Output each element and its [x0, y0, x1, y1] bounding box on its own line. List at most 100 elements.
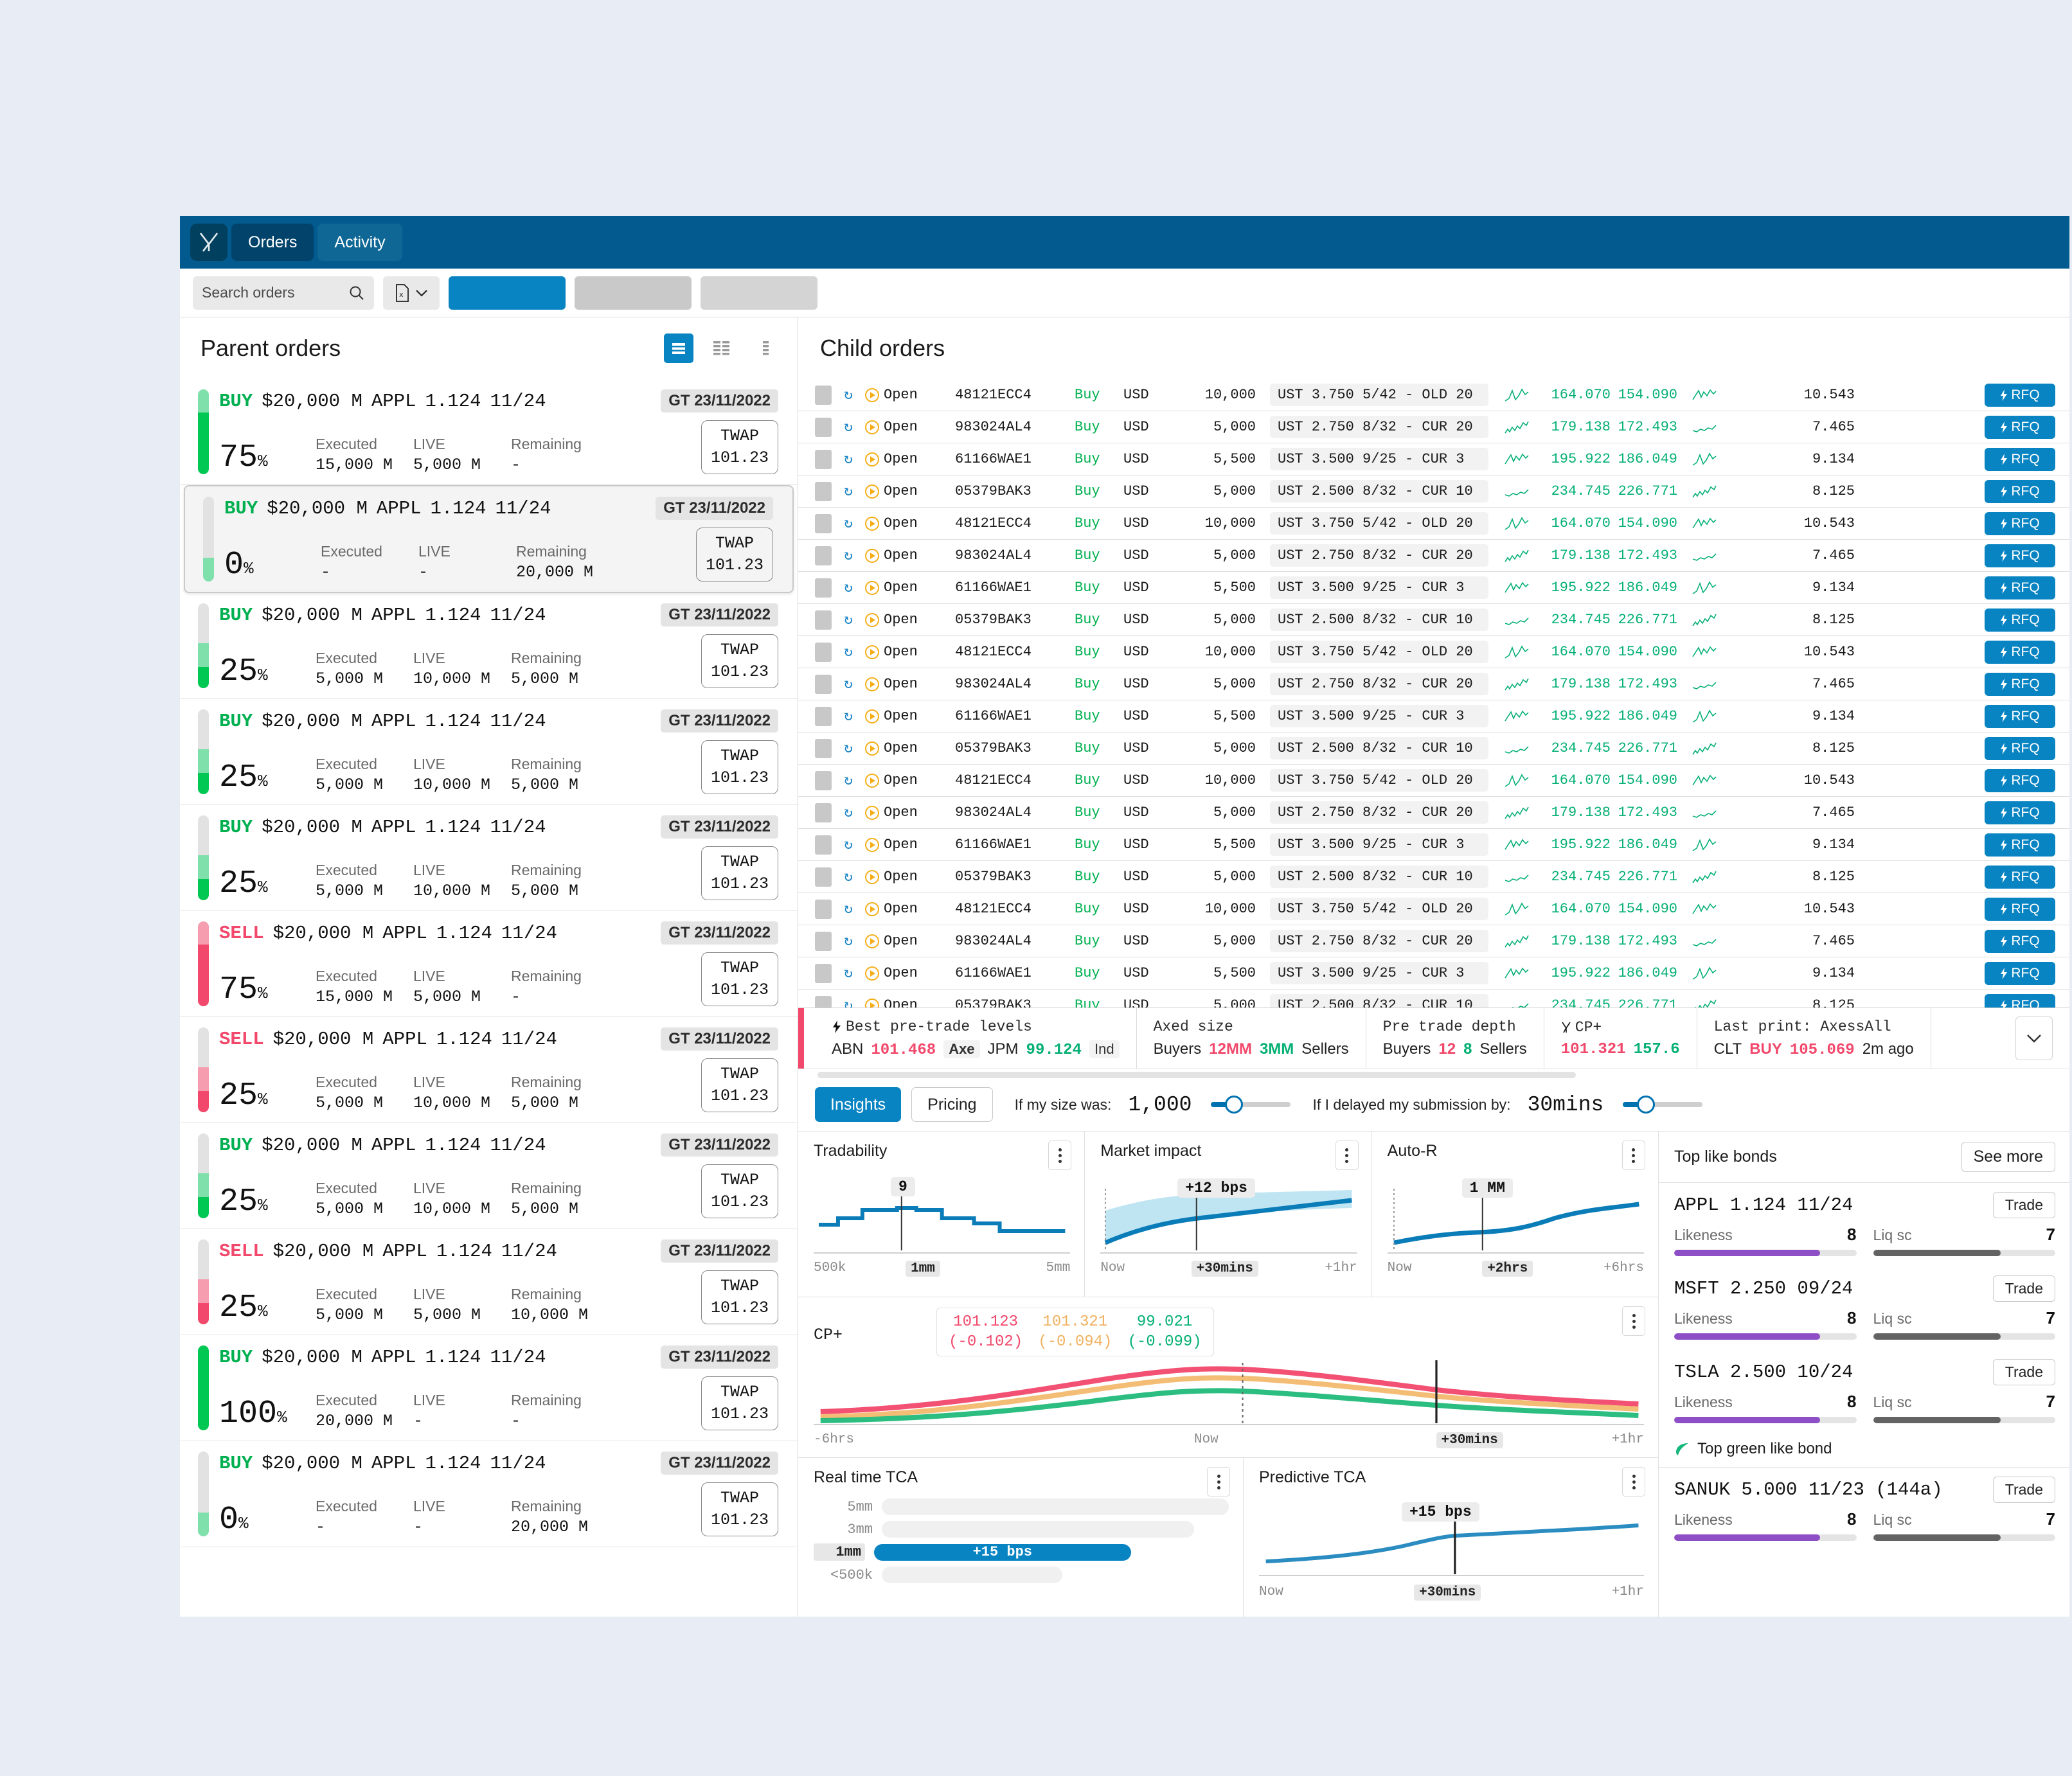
like-bond-item[interactable]: TSLA 2.500 10/24 Trade Likeness 8 Liq sc 7 [1659, 1350, 2069, 1434]
table-row[interactable]: ↻ Open 983024AL4 Buy USD 5,000 UST 2.750 8/32 … [798, 668, 2069, 700]
parent-order-card[interactable]: SELL $20,000 M APPL 1.124 11/24 GT 23/11/2022… [180, 1017, 798, 1123]
rfq-button[interactable]: RFQ [1985, 511, 2055, 535]
sync-icon[interactable]: ↻ [832, 740, 865, 757]
child-orders-table[interactable]: ↻ Open 48121ECC4 Buy USD 10,000 UST 3.750 5/42… [798, 379, 2069, 1008]
order-strategy-badge[interactable]: TWAP 101.23 [701, 1270, 778, 1324]
order-strategy-badge[interactable]: TWAP 101.23 [701, 1376, 778, 1430]
table-row[interactable]: ↻ Open 48121ECC4 Buy USD 10,000 UST 3.750 5/42… [798, 893, 2069, 925]
rfq-button[interactable]: RFQ [1985, 704, 2055, 728]
sync-icon[interactable]: ↻ [832, 386, 865, 404]
table-row[interactable]: ↻ Open 61166WAE1 Buy USD 5,500 UST 3.500 9/25 … [798, 829, 2069, 861]
row-checkbox[interactable] [815, 738, 832, 758]
horizontal-scrollbar[interactable] [798, 1069, 2069, 1078]
order-strategy-badge[interactable]: TWAP 101.23 [701, 1482, 778, 1536]
row-checkbox[interactable] [815, 546, 832, 565]
parent-orders-list[interactable]: BUY $20,000 M APPL 1.124 11/24 GT 23/11/2022 7… [180, 379, 798, 1617]
table-row[interactable]: ↻ Open 48121ECC4 Buy USD 10,000 UST 3.750 5/42… [798, 379, 2069, 411]
sync-icon[interactable]: ↻ [832, 515, 865, 532]
kebab-menu-icon[interactable] [1048, 1141, 1072, 1170]
order-strategy-badge[interactable]: TWAP 101.23 [701, 952, 778, 1006]
order-strategy-badge[interactable]: TWAP 101.23 [701, 740, 778, 794]
rfq-button[interactable]: RFQ [1985, 993, 2055, 1008]
rfq-button[interactable]: RFQ [1985, 479, 2055, 503]
row-checkbox[interactable] [815, 481, 832, 501]
kebab-menu-icon[interactable] [1622, 1467, 1645, 1496]
rfq-button[interactable]: RFQ [1985, 929, 2055, 953]
green-like-bond-item[interactable]: SANUK 5.000 11/23 (144a) Trade Likeness 8 Li… [1659, 1468, 2069, 1551]
sync-icon[interactable]: ↻ [832, 707, 865, 725]
rfq-button[interactable]: RFQ [1985, 672, 2055, 696]
row-checkbox[interactable] [815, 610, 832, 630]
compact-view-icon[interactable] [751, 333, 781, 363]
search-input[interactable]: Search orders [193, 276, 374, 310]
table-row[interactable]: ↻ Open 48121ECC4 Buy USD 10,000 UST 3.750 5/42… [798, 765, 2069, 797]
row-checkbox[interactable] [815, 867, 832, 887]
row-checkbox[interactable] [815, 449, 832, 469]
row-checkbox[interactable] [815, 674, 832, 694]
tab-orders[interactable]: Orders [231, 224, 314, 261]
sync-icon[interactable]: ↻ [832, 964, 865, 982]
table-row[interactable]: ↻ Open 983024AL4 Buy USD 5,000 UST 2.750 8/32 … [798, 925, 2069, 957]
sync-icon[interactable]: ↻ [832, 804, 865, 821]
secondary-action-button[interactable] [575, 276, 692, 310]
table-row[interactable]: ↻ Open 61166WAE1 Buy USD 5,500 UST 3.500 9/25 … [798, 700, 2069, 733]
order-strategy-badge[interactable]: TWAP 101.23 [696, 528, 773, 582]
rfq-button[interactable]: RFQ [1985, 736, 2055, 760]
like-bond-item[interactable]: MSFT 2.250 09/24 Trade Likeness 8 Liq sc 7 [1659, 1266, 2069, 1350]
sync-icon[interactable]: ↻ [832, 836, 865, 853]
order-strategy-badge[interactable]: TWAP 101.23 [701, 420, 778, 474]
sync-icon[interactable]: ↻ [832, 997, 865, 1008]
row-checkbox[interactable] [815, 642, 832, 662]
rfq-button[interactable]: RFQ [1985, 576, 2055, 599]
order-strategy-badge[interactable]: TWAP 101.23 [701, 1058, 778, 1112]
table-row[interactable]: ↻ Open 05379BAK3 Buy USD 5,000 UST 2.500 8/32 … [798, 604, 2069, 636]
tab-pricing[interactable]: Pricing [911, 1087, 993, 1122]
parent-order-card[interactable]: BUY $20,000 M APPL 1.124 11/24 GT 23/11/2022 2… [180, 699, 798, 805]
row-checkbox[interactable] [815, 803, 832, 822]
parent-order-card[interactable]: BUY $20,000 M APPL 1.124 11/24 GT 23/11/2022 2… [180, 593, 798, 699]
row-checkbox[interactable] [815, 835, 832, 855]
rfq-button[interactable]: RFQ [1985, 544, 2055, 567]
row-checkbox[interactable] [815, 995, 832, 1008]
sync-icon[interactable]: ↻ [832, 483, 865, 500]
table-row[interactable]: ↻ Open 05379BAK3 Buy USD 5,000 UST 2.500 8/32 … [798, 861, 2069, 893]
row-checkbox[interactable] [815, 931, 832, 951]
row-checkbox[interactable] [815, 899, 832, 919]
trade-button[interactable]: Trade [1992, 1477, 2055, 1503]
parent-order-card[interactable]: BUY $20,000 M APPL 1.124 11/24 GT 23/11/2022 0… [180, 1441, 798, 1547]
rfq-button[interactable]: RFQ [1985, 608, 2055, 632]
kebab-menu-icon[interactable] [1622, 1306, 1645, 1336]
order-strategy-badge[interactable]: TWAP 101.23 [701, 1164, 778, 1218]
row-checkbox[interactable] [815, 385, 832, 405]
table-row[interactable]: ↻ Open 983024AL4 Buy USD 5,000 UST 2.750 8/32 … [798, 411, 2069, 443]
trade-button[interactable]: Trade [1992, 1192, 2055, 1218]
like-bond-item[interactable]: APPL 1.124 11/24 Trade Likeness 8 Liq sc 7 [1659, 1183, 2069, 1266]
rfq-button[interactable]: RFQ [1985, 415, 2055, 439]
sync-icon[interactable]: ↻ [832, 932, 865, 950]
sync-icon[interactable]: ↻ [832, 418, 865, 436]
trade-button[interactable]: Trade [1992, 1275, 2055, 1302]
parent-order-card[interactable]: SELL $20,000 M APPL 1.124 11/24 GT 23/11/2022… [180, 911, 798, 1017]
sync-icon[interactable]: ↻ [832, 547, 865, 564]
kebab-menu-icon[interactable] [1207, 1467, 1230, 1496]
rfq-button[interactable]: RFQ [1985, 447, 2055, 471]
sync-icon[interactable]: ↻ [832, 450, 865, 468]
parent-order-card[interactable]: BUY $20,000 M APPL 1.124 11/24 GT 23/11/2022 0… [184, 485, 794, 593]
row-checkbox[interactable] [815, 963, 832, 983]
primary-action-button[interactable] [449, 276, 566, 310]
delay-slider[interactable] [1623, 1096, 1703, 1114]
table-row[interactable]: ↻ Open 61166WAE1 Buy USD 5,500 UST 3.500 9/25 … [798, 957, 2069, 990]
sync-icon[interactable]: ↻ [832, 868, 865, 885]
table-row[interactable]: ↻ Open 05379BAK3 Buy USD 5,000 UST 2.500 8/32 … [798, 990, 2069, 1008]
row-checkbox[interactable] [815, 578, 832, 598]
order-strategy-badge[interactable]: TWAP 101.23 [701, 846, 778, 900]
rfq-button[interactable]: RFQ [1985, 897, 2055, 921]
parent-order-card[interactable]: BUY $20,000 M APPL 1.124 11/24 GT 23/11/2022 1… [180, 1335, 798, 1441]
parent-order-card[interactable]: BUY $20,000 M APPL 1.124 11/24 GT 23/11/2022 2… [180, 1123, 798, 1229]
row-checkbox[interactable] [815, 513, 832, 533]
tab-activity[interactable]: Activity [317, 224, 402, 261]
rfq-button[interactable]: RFQ [1985, 801, 2055, 824]
rfq-button[interactable]: RFQ [1985, 640, 2055, 664]
see-more-button[interactable]: See more [1961, 1142, 2055, 1172]
export-button[interactable]: x [383, 276, 440, 310]
